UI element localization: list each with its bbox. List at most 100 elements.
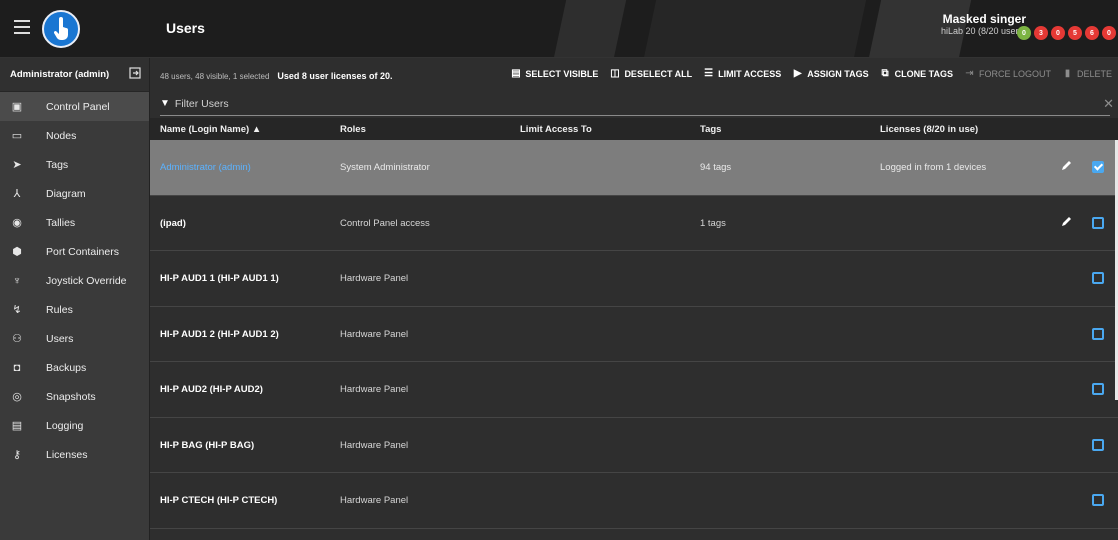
limit-access-button[interactable]: ☰ LIMIT ACCESS — [703, 68, 781, 79]
role-cell: Hardware Panel — [340, 495, 409, 506]
clear-filter-icon[interactable]: ✕ — [1103, 96, 1114, 112]
row-select-checkbox[interactable] — [1092, 161, 1104, 173]
status-indicators[interactable]: 030560 — [1017, 26, 1116, 40]
user-name-cell[interactable]: HI-P CTECH (HI-P CTECH) — [160, 495, 277, 506]
table-row[interactable]: Administrator (admin) System Administrato… — [150, 140, 1118, 196]
sidebar-item-backups[interactable]: ◘ Backups — [0, 353, 149, 382]
role-cell: Hardware Panel — [340, 439, 409, 451]
users-icon: ⚇ — [12, 333, 22, 345]
sidebar-item-label: Rules — [46, 303, 73, 316]
current-user-label: Administrator (admin) — [10, 69, 110, 80]
sidebar-item-label: Joystick Override — [46, 274, 127, 287]
column-header-roles[interactable]: Roles — [340, 124, 366, 135]
key-icon: ⚷ — [12, 449, 22, 461]
user-name-cell[interactable]: Administrator (admin) — [160, 162, 251, 173]
column-header-licenses[interactable]: Licenses (8/20 in use) — [880, 124, 978, 135]
filter-users-input[interactable] — [174, 97, 1104, 110]
clone-tags-label: CLONE TAGS — [894, 68, 953, 79]
table-row[interactable]: HI-P CTECH (HI-P CTECH) Hardware Panel — [150, 473, 1118, 529]
backup-icon: ◘ — [13, 361, 21, 374]
select-visible-button[interactable]: ▤ SELECT VISIBLE — [510, 68, 598, 79]
row-select-checkbox[interactable] — [1092, 327, 1104, 340]
sidebar-item-tags[interactable]: ➤ Tags — [0, 150, 149, 179]
clone-tags-button[interactable]: ⧉ CLONE TAGS — [880, 68, 953, 79]
column-header-name[interactable]: Name (Login Name) ▲ — [160, 124, 261, 135]
user-name-cell[interactable]: HI-P AUD1 1 (HI-P AUD1 1) — [160, 273, 279, 284]
error-icon[interactable]: 0 — [1051, 26, 1065, 40]
sidebar-item-label: Users — [46, 332, 74, 345]
role-cell: Hardware Panel — [340, 273, 409, 284]
sidebar-item-label: Snapshots — [46, 390, 96, 403]
port-container-icon: ⬢ — [12, 246, 22, 258]
top-bar: Users Masked singer hiLab 20 (8/20 users… — [0, 0, 1118, 58]
main-content: 48 users, 48 visible, 1 selected Used 8 u… — [150, 58, 1118, 540]
role-cell: Control Panel access — [340, 217, 430, 229]
header-decoration — [553, 0, 627, 57]
table-row[interactable]: HI-P AUD1 1 (HI-P AUD1 1) Hardware Panel — [150, 251, 1118, 307]
table-row[interactable]: HI-P AUD1 2 (HI-P AUD1 2) Hardware Panel — [150, 307, 1118, 362]
assign-tags-button[interactable]: ▶ ASSIGN TAGS — [792, 68, 869, 79]
sidebar-item-label: Tallies — [46, 216, 76, 229]
table-row[interactable]: HI-P AUD2 (HI-P AUD2) Hardware Panel — [150, 362, 1118, 418]
column-header-tags[interactable]: Tags — [700, 124, 721, 135]
filter-lines-icon: ☰ — [704, 68, 714, 79]
error-icon[interactable]: 5 — [1068, 26, 1082, 40]
user-name-cell[interactable]: (ipad) — [160, 218, 186, 229]
force-logout-button[interactable]: ⇥ FORCE LOGOUT — [964, 68, 1051, 79]
sidebar-item-tallies[interactable]: ◉ Tallies — [0, 208, 149, 237]
row-select-checkbox[interactable] — [1092, 272, 1104, 284]
row-select-checkbox[interactable] — [1092, 216, 1104, 229]
sidebar-item-rules[interactable]: ↯ Rules — [0, 295, 149, 324]
license-usage-text: Used 8 user licenses of 20. — [277, 71, 393, 81]
sidebar-item-users[interactable]: ⚇ Users — [0, 324, 149, 353]
sidebar-item-control-panel[interactable]: ▣ Control Panel — [0, 92, 149, 121]
sidebar-header: Administrator (admin) — [0, 58, 149, 92]
sidebar-item-snapshots[interactable]: ◎ Snapshots — [0, 382, 149, 411]
row-select-checkbox[interactable] — [1092, 383, 1104, 395]
clone-icon: ⧉ — [881, 68, 889, 79]
error-icon[interactable]: 0 — [1102, 26, 1116, 40]
sidebar-item-joystick-override[interactable]: ♆ Joystick Override — [0, 266, 149, 295]
logout-icon: ⇥ — [965, 68, 974, 79]
table-row[interactable]: HI-P BAG (HI-P BAG) Hardware Panel — [150, 418, 1118, 473]
logout-icon[interactable] — [129, 67, 141, 82]
tag-icon: ▶ — [793, 68, 802, 79]
error-icon[interactable]: 6 — [1085, 26, 1099, 40]
tag-icon: ➤ — [12, 159, 22, 171]
column-header-limit-access[interactable]: Limit Access To — [520, 124, 592, 135]
check-circle-icon[interactable]: 0 — [1017, 26, 1031, 40]
hamburger-menu-icon[interactable] — [14, 20, 30, 34]
sidebar-item-logging[interactable]: ▤ Logging — [0, 411, 149, 440]
delete-button[interactable]: ▮ DELETE — [1062, 68, 1112, 79]
deselect-icon: ◫ — [610, 68, 620, 79]
user-name-cell[interactable]: HI-P BAG (HI-P BAG) — [160, 440, 254, 451]
sidebar-item-label: Logging — [46, 419, 84, 432]
logging-icon: ▤ — [11, 420, 23, 432]
edit-pencil-icon[interactable] — [1060, 215, 1074, 229]
deselect-all-button[interactable]: ◫ DESELECT ALL — [609, 68, 692, 79]
sidebar-item-label: Port Containers — [46, 245, 119, 258]
user-name-cell[interactable]: HI-P AUD2 (HI-P AUD2) — [160, 384, 263, 395]
snapshot-icon: ◎ — [12, 391, 22, 403]
sidebar-item-licenses[interactable]: ⚷ Licenses — [0, 440, 149, 469]
sidebar-item-diagram[interactable]: ⅄ Diagram — [0, 179, 149, 208]
sidebar: Administrator (admin) ▣ Control Panel ▭ Nod… — [0, 58, 150, 540]
sidebar-item-label: Nodes — [46, 129, 77, 142]
table-row[interactable]: (ipad) Control Panel access 1 tags — [150, 196, 1118, 251]
user-info[interactable]: Masked singer hiLab 20 (8/20 users) — [941, 12, 1026, 37]
sidebar-item-port-containers[interactable]: ⬢ Port Containers — [0, 237, 149, 266]
sidebar-item-nodes[interactable]: ▭ Nodes — [0, 121, 149, 150]
role-cell: Hardware Panel — [340, 328, 409, 340]
license-cell: Logged in from 1 devices — [880, 162, 987, 173]
row-select-checkbox[interactable] — [1092, 494, 1104, 506]
sidebar-item-label: Tags — [46, 158, 69, 171]
filter-icon: ▼ — [160, 98, 170, 109]
tags-cell: 94 tags — [700, 162, 732, 173]
row-select-checkbox[interactable] — [1092, 438, 1104, 451]
nodes-icon: ▭ — [11, 130, 23, 142]
user-name-cell[interactable]: HI-P AUD1 2 (HI-P AUD1 2) — [160, 329, 279, 340]
sidebar-item-label: Backups — [46, 361, 87, 374]
edit-pencil-icon[interactable] — [1060, 159, 1074, 173]
error-icon[interactable]: 3 — [1034, 26, 1048, 40]
toolbar: ▤ SELECT VISIBLE ◫ DESELECT ALL ☰ LIMIT ACC… — [510, 68, 1112, 79]
